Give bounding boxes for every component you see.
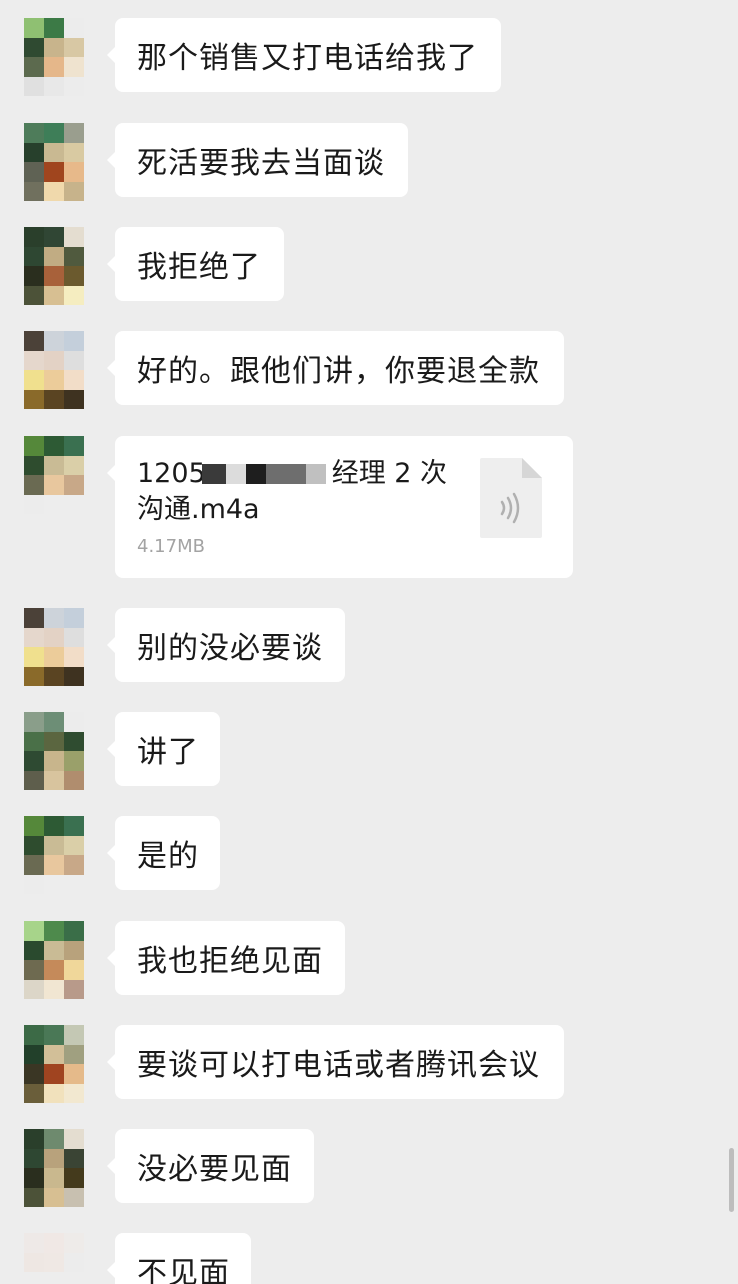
redaction-block — [305, 464, 326, 484]
avatar[interactable] — [24, 921, 84, 999]
avatar[interactable] — [24, 18, 84, 96]
file-name-end: 经理 2 次 — [331, 458, 448, 489]
message-bubble[interactable]: 死活要我去当面谈 — [107, 123, 408, 197]
scrollbar[interactable] — [729, 1148, 734, 1212]
redaction-block — [265, 464, 306, 484]
redaction-block — [225, 464, 246, 484]
message-bubble[interactable]: 好的。跟他们讲，你要退全款 — [107, 331, 564, 405]
avatar[interactable] — [24, 436, 84, 514]
avatar[interactable] — [24, 608, 84, 686]
audio-file-icon — [480, 458, 542, 538]
file-name: 1205 经理 2 次 沟通.m4a — [137, 456, 467, 528]
file-name-line2: 沟通.m4a — [137, 494, 260, 525]
avatar[interactable] — [24, 331, 84, 409]
message-bubble[interactable]: 我拒绝了 — [107, 227, 284, 301]
avatar[interactable] — [24, 123, 84, 201]
redaction-block — [201, 464, 226, 484]
file-message-card[interactable]: 1205 经理 2 次 沟通.m4a 4.17MB — [107, 436, 573, 578]
avatar[interactable] — [24, 1233, 84, 1284]
avatar[interactable] — [24, 712, 84, 790]
avatar[interactable] — [24, 816, 84, 894]
message-bubble[interactable]: 那个销售又打电话给我了 — [107, 18, 501, 92]
avatar[interactable] — [24, 227, 84, 305]
avatar[interactable] — [24, 1129, 84, 1207]
chat-history[interactable]: 那个销售又打电话给我了 死活要我去当面谈 我拒绝了 好的。跟他们讲，你要退全款 — [0, 0, 738, 1284]
avatar[interactable] — [24, 1025, 84, 1103]
message-bubble[interactable]: 要谈可以打电话或者腾讯会议 — [107, 1025, 564, 1099]
message-bubble[interactable]: 是的 — [107, 816, 220, 890]
message-bubble[interactable]: 我也拒绝见面 — [107, 921, 345, 995]
message-bubble[interactable]: 没必要见面 — [107, 1129, 314, 1203]
message-bubble[interactable]: 不见面 — [107, 1233, 251, 1284]
message-bubble[interactable]: 讲了 — [107, 712, 220, 786]
file-size: 4.17MB — [137, 536, 205, 557]
redaction-block — [245, 464, 266, 484]
file-name-start: 1205 — [137, 458, 206, 489]
message-bubble[interactable]: 别的没必要谈 — [107, 608, 345, 682]
